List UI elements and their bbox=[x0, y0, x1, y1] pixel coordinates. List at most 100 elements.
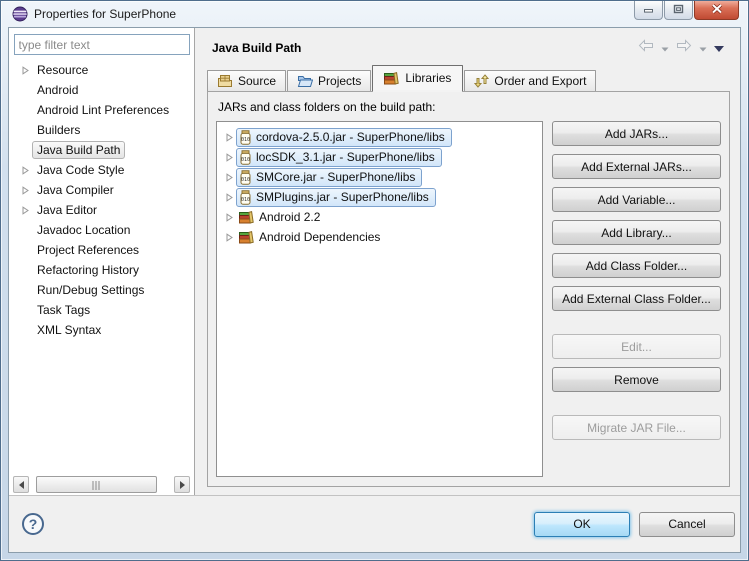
sidebar-item-java-compiler[interactable]: Java Compiler bbox=[9, 180, 194, 200]
sidebar-item-project-references[interactable]: Project References bbox=[9, 240, 194, 260]
remove-button[interactable]: Remove bbox=[552, 367, 721, 392]
main-area: Resource Android Android Lint Preferences B… bbox=[9, 28, 740, 495]
sidebar-item-label: Task Tags bbox=[32, 301, 95, 319]
library-icon bbox=[384, 71, 400, 85]
expand-arrow-icon[interactable] bbox=[222, 133, 236, 142]
entry-label: SMCore.jar - SuperPhone/libs bbox=[256, 170, 415, 184]
add-external-jars-button[interactable]: Add External JARs... bbox=[552, 154, 721, 179]
sidebar-item-xml-syntax[interactable]: XML Syntax bbox=[9, 320, 194, 340]
forward-history-dropdown[interactable] bbox=[699, 39, 707, 57]
build-path-entry-android-2-2[interactable]: Android 2.2 bbox=[217, 207, 542, 227]
build-path-list[interactable]: 010cordova-2.5.0.jar - SuperPhone/libs01… bbox=[216, 121, 543, 477]
expand-arrow-icon[interactable] bbox=[18, 186, 32, 195]
sidebar-item-java-editor[interactable]: Java Editor bbox=[9, 200, 194, 220]
scroll-left-button[interactable] bbox=[13, 476, 29, 493]
jar-icon: 010 bbox=[239, 150, 252, 165]
view-menu-button[interactable] bbox=[714, 39, 724, 57]
tab-projects[interactable]: Projects bbox=[287, 70, 371, 91]
chevron-down-icon bbox=[661, 39, 669, 57]
build-path-list-label: JARs and class folders on the build path… bbox=[218, 100, 721, 114]
tab-order-and-export[interactable]: Order and Export bbox=[464, 70, 596, 91]
grip-icon bbox=[92, 481, 101, 490]
forward-button[interactable] bbox=[676, 39, 692, 57]
expand-arrow-icon[interactable] bbox=[18, 166, 32, 175]
jar-icon: 010 bbox=[239, 130, 252, 145]
action-button-column: Add JARs... Add External JARs... Add Varia… bbox=[543, 121, 721, 477]
tab-label: Libraries bbox=[405, 71, 451, 85]
back-arrow-icon bbox=[638, 39, 654, 57]
horizontal-scrollbar[interactable] bbox=[13, 476, 190, 493]
properties-page: Java Build Path SourceProjectsLibrariesO… bbox=[195, 28, 740, 495]
expand-arrow-icon[interactable] bbox=[18, 66, 32, 75]
sidebar-item-builders[interactable]: Builders bbox=[9, 120, 194, 140]
edit-button[interactable]: Edit... bbox=[552, 334, 721, 359]
help-button[interactable]: ? bbox=[22, 513, 44, 535]
sidebar-item-label: Java Code Style bbox=[32, 161, 129, 179]
scrollbar-thumb[interactable] bbox=[36, 476, 157, 493]
add-jars-button[interactable]: Add JARs... bbox=[552, 121, 721, 146]
filter-input[interactable] bbox=[14, 34, 190, 55]
build-path-entry-locsdk-3-1-jar-superphone-libs[interactable]: 010locSDK_3.1.jar - SuperPhone/libs bbox=[217, 147, 542, 167]
content-row: 010cordova-2.5.0.jar - SuperPhone/libs01… bbox=[216, 121, 721, 477]
tab-source[interactable]: Source bbox=[207, 70, 286, 91]
close-button[interactable] bbox=[694, 1, 739, 20]
sidebar-item-label: Android Lint Preferences bbox=[32, 101, 174, 119]
svg-text:010: 010 bbox=[241, 177, 250, 183]
sidebar-item-label: Builders bbox=[32, 121, 85, 139]
sidebar-item-android[interactable]: Android bbox=[9, 80, 194, 100]
entry-chip: 010 SMPlugins.jar - SuperPhone/libs bbox=[236, 188, 436, 207]
add-external-class-folder-button[interactable]: Add External Class Folder... bbox=[552, 286, 721, 311]
expand-arrow-icon[interactable] bbox=[222, 153, 236, 162]
scrollbar-track[interactable] bbox=[30, 476, 173, 493]
ok-button[interactable]: OK bbox=[534, 512, 630, 537]
add-library-button[interactable]: Add Library... bbox=[552, 220, 721, 245]
tab-label: Order and Export bbox=[494, 74, 586, 88]
help-icon: ? bbox=[29, 516, 38, 532]
sidebar-item-android-lint-preferences[interactable]: Android Lint Preferences bbox=[9, 100, 194, 120]
add-variable-button[interactable]: Add Variable... bbox=[552, 187, 721, 212]
sidebar-item-label: Android bbox=[32, 81, 83, 99]
build-path-entry-smplugins-jar-superphone-libs[interactable]: 010 SMPlugins.jar - SuperPhone/libs bbox=[217, 187, 542, 207]
expand-arrow-icon[interactable] bbox=[18, 206, 32, 215]
build-path-entry-cordova-2-5-0-jar-superphone-libs[interactable]: 010cordova-2.5.0.jar - SuperPhone/libs bbox=[217, 127, 542, 147]
sidebar-item-run-debug-settings[interactable]: Run/Debug Settings bbox=[9, 280, 194, 300]
expand-arrow-icon[interactable] bbox=[222, 173, 236, 182]
sidebar-item-label: XML Syntax bbox=[32, 321, 106, 339]
sidebar-item-label: Java Editor bbox=[32, 201, 102, 219]
tab-libraries[interactable]: Libraries bbox=[372, 65, 463, 91]
sidebar-item-task-tags[interactable]: Task Tags bbox=[9, 300, 194, 320]
build-path-entry-smcore-jar-superphone-libs[interactable]: 010 SMCore.jar - SuperPhone/libs bbox=[217, 167, 542, 187]
menu-triangle-icon bbox=[714, 39, 724, 57]
expand-arrow-icon[interactable] bbox=[222, 213, 236, 222]
migrate-jar-file-button[interactable]: Migrate JAR File... bbox=[552, 415, 721, 440]
dialog-footer: ? OK Cancel bbox=[9, 495, 740, 552]
sidebar-item-javadoc-location[interactable]: Javadoc Location bbox=[9, 220, 194, 240]
entry-chip: Android Dependencies bbox=[236, 228, 387, 247]
library-icon bbox=[239, 230, 255, 244]
sidebar-item-java-code-style[interactable]: Java Code Style bbox=[9, 160, 194, 180]
jar-icon: 010 bbox=[239, 170, 252, 185]
expand-arrow-icon[interactable] bbox=[222, 193, 236, 202]
cancel-button[interactable]: Cancel bbox=[639, 512, 735, 537]
jar-icon: 010 bbox=[239, 190, 252, 205]
history-nav bbox=[638, 39, 724, 57]
sidebar-item-label: Project References bbox=[32, 241, 144, 259]
build-path-entry-android-dependencies[interactable]: Android Dependencies bbox=[217, 227, 542, 247]
right-arrow-icon bbox=[180, 481, 189, 489]
back-button[interactable] bbox=[638, 39, 654, 57]
forward-arrow-icon bbox=[676, 39, 692, 57]
maximize-button[interactable] bbox=[664, 1, 693, 20]
add-class-folder-button[interactable]: Add Class Folder... bbox=[552, 253, 721, 278]
sidebar-item-label: Resource bbox=[32, 61, 93, 79]
entry-label: SMPlugins.jar - SuperPhone/libs bbox=[256, 190, 429, 204]
back-history-dropdown[interactable] bbox=[661, 39, 669, 57]
sidebar-item-refactoring-history[interactable]: Refactoring History bbox=[9, 260, 194, 280]
sidebar-item-java-build-path[interactable]: Java Build Path bbox=[9, 140, 194, 160]
expand-arrow-icon[interactable] bbox=[222, 233, 236, 242]
window-title: Properties for SuperPhone bbox=[34, 7, 176, 21]
sidebar-item-resource[interactable]: Resource bbox=[9, 60, 194, 80]
minimize-button[interactable] bbox=[634, 1, 663, 20]
maximize-icon bbox=[673, 1, 684, 19]
tab-label: Projects bbox=[318, 74, 361, 88]
scroll-right-button[interactable] bbox=[174, 476, 190, 493]
